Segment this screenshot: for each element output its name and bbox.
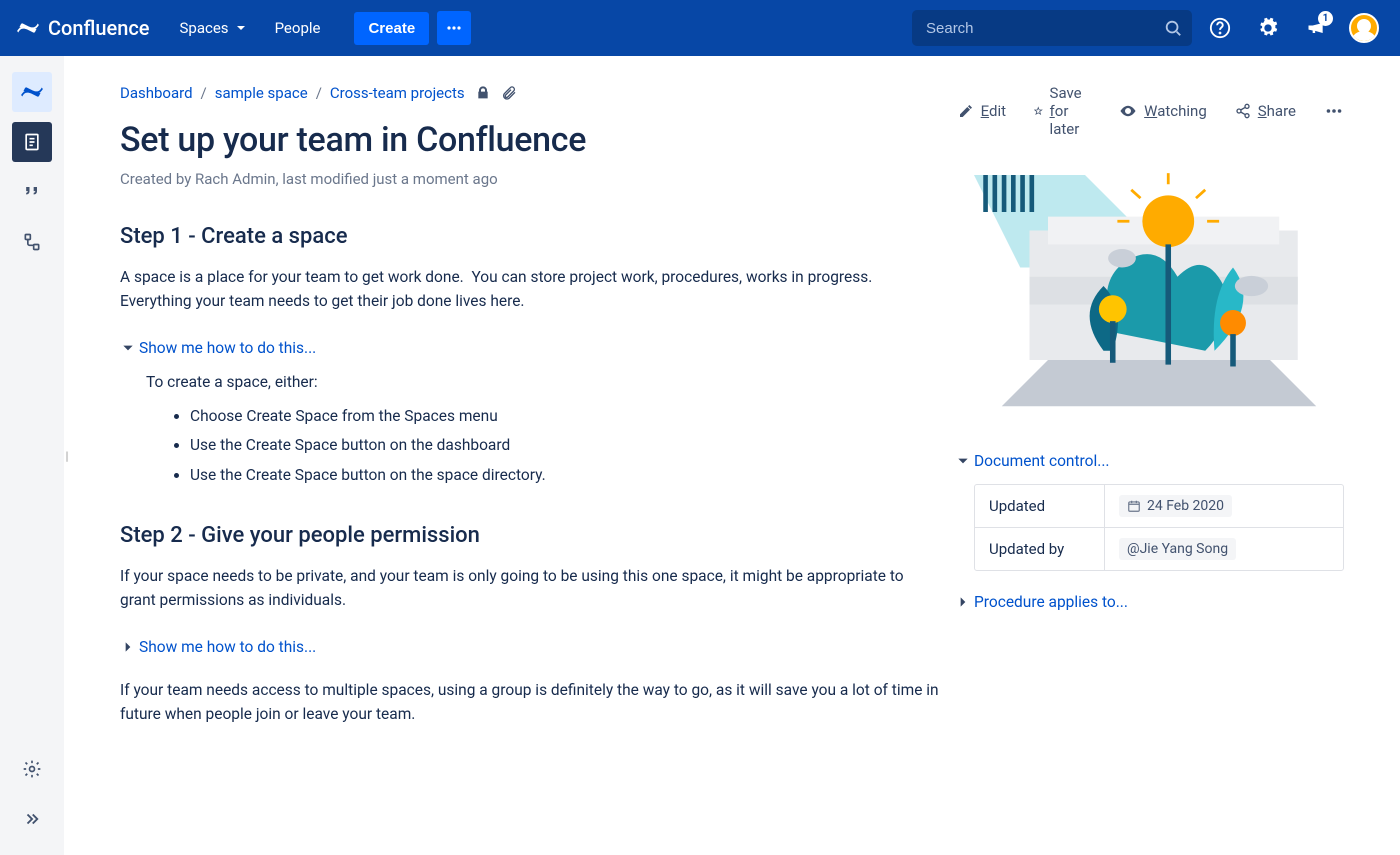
updated-by-label: Updated by [975,528,1105,570]
help-icon [1209,17,1231,39]
list-item: Use the Create Space button on the space… [190,464,942,487]
watching-action[interactable]: Watching [1119,102,1207,120]
calendar-icon [1127,499,1141,513]
procedure-toggle[interactable]: Procedure applies to... [956,593,1344,611]
gear-icon [22,759,42,779]
rail-collapse-handle[interactable]: || [65,449,67,463]
create-more-button[interactable] [437,11,471,45]
rail-blog[interactable] [12,172,52,212]
page-title: Set up your team in Confluence [120,120,942,160]
doc-control-table: Updated 24 Feb 2020 Updated by @Jie Yang… [974,484,1344,571]
star-icon [1034,102,1043,120]
breadcrumb-dashboard[interactable]: Dashboard [120,84,193,102]
page-actions: Edit Save for later Watching Share [958,84,1344,138]
step1-heading: Step 1 - Create a space [120,224,942,249]
breadcrumb: Dashboard / sample space / Cross-team pr… [120,84,465,102]
rail-home[interactable] [12,72,52,112]
step2-body2: If your team needs access to multiple sp… [120,678,942,726]
pencil-icon [958,103,974,119]
breadcrumb-space[interactable]: sample space [215,84,308,102]
chevron-down-icon [120,341,136,355]
attachment-icon[interactable] [501,85,517,101]
chevron-down-icon [235,22,247,34]
avatar [1349,13,1379,43]
rail-tree[interactable] [12,222,52,262]
help-button[interactable] [1200,8,1240,48]
page-icon [22,132,42,152]
chevron-down-icon [956,454,970,468]
byline: Created by Rach Admin, last modified jus… [120,170,942,188]
profile-button[interactable] [1344,8,1384,48]
nav-people[interactable]: People [265,11,331,45]
create-button[interactable]: Create [354,12,429,45]
step2-heading: Step 2 - Give your people permission [120,523,942,548]
left-rail: || [0,56,64,855]
more-actions[interactable] [1324,101,1344,121]
ellipsis-icon [1324,101,1344,121]
breadcrumb-parent[interactable]: Cross-team projects [330,84,465,102]
search-icon [1164,19,1182,37]
confluence-icon [16,16,40,40]
share-icon [1235,103,1251,119]
tree-icon [22,232,42,252]
search-wrap [912,10,1192,46]
rail-expand[interactable] [12,799,52,839]
updated-by-value[interactable]: @Jie Yang Song [1119,538,1236,560]
list-item: Choose Create Space from the Spaces menu [190,405,942,428]
rail-pages[interactable] [12,122,52,162]
updated-label: Updated [975,485,1105,527]
save-later-action[interactable]: Save for later [1034,84,1091,138]
chevron-right-icon [120,640,136,654]
notification-badge: 1 [1318,11,1333,26]
restrictions-icon[interactable] [475,85,491,101]
chevron-right-icon [956,595,970,609]
product-logo[interactable]: Confluence [16,16,150,40]
step2-body1: If your space needs to be private, and y… [120,564,942,612]
step1-body: A space is a place for your team to get … [120,265,942,313]
doc-control-toggle[interactable]: Document control... [956,452,1344,470]
quote-icon [22,182,42,202]
updated-value: 24 Feb 2020 [1119,495,1232,517]
share-action[interactable]: Share [1235,102,1296,120]
eye-icon [1119,102,1137,120]
step1-expand-toggle[interactable]: Show me how to do this... [120,339,942,357]
edit-action[interactable]: Edit [958,102,1006,120]
search-input[interactable] [912,10,1192,46]
confluence-icon [20,80,44,104]
list-item: Use the Create Space button on the dashb… [190,434,942,457]
settings-button[interactable] [1248,8,1288,48]
ellipsis-icon [445,19,463,37]
step2-expand-toggle[interactable]: Show me how to do this... [120,638,942,656]
product-name: Confluence [48,16,150,40]
chevron-right-double-icon [23,810,41,828]
top-nav: Confluence Spaces People Create 1 [0,0,1400,56]
gear-icon [1257,17,1279,39]
hero-illustration [974,156,1344,416]
notifications-button[interactable]: 1 [1296,8,1336,48]
nav-spaces[interactable]: Spaces [170,11,257,45]
rail-settings[interactable] [12,749,52,789]
step1-expand-content: To create a space, either: Choose Create… [120,357,942,501]
